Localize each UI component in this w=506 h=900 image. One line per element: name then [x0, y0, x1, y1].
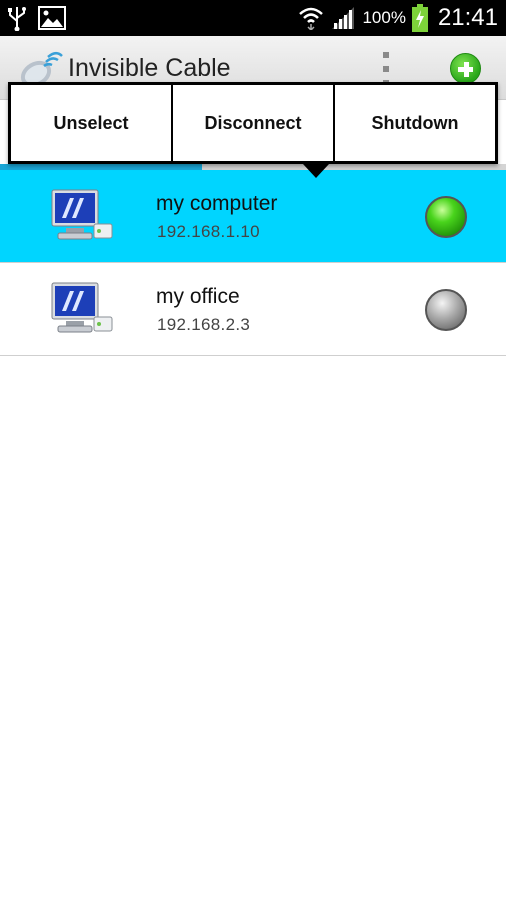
disconnect-button[interactable]: Disconnect — [173, 85, 335, 161]
computer-icon — [51, 282, 113, 333]
device-name: my computer — [156, 192, 278, 215]
unselect-button[interactable]: Unselect — [11, 85, 173, 161]
status-bar: 100% 21:41 — [0, 0, 506, 36]
disconnected-status-icon — [425, 289, 467, 331]
battery-charging-icon — [411, 4, 428, 32]
signal-icon — [332, 7, 355, 29]
overflow-menu-icon[interactable] — [381, 52, 391, 86]
device-ip: 192.168.1.10 — [157, 222, 260, 241]
list-item[interactable]: my computer 192.168.1.10 — [0, 170, 506, 263]
status-left — [6, 4, 66, 32]
wifi-icon — [299, 7, 324, 30]
list-item[interactable]: my office 192.168.2.3 — [0, 263, 506, 356]
clock: 21:41 — [437, 4, 498, 31]
connected-status-icon — [425, 196, 467, 238]
shutdown-button[interactable]: Shutdown — [335, 85, 495, 161]
device-name: my office — [156, 285, 240, 308]
usb-icon — [8, 7, 26, 31]
device-list: my computer 192.168.1.10 my office 192.1… — [0, 170, 506, 356]
popup-pointer — [303, 164, 329, 178]
device-action-popup: Unselect Disconnect Shutdown — [8, 82, 498, 164]
computer-icon — [51, 189, 113, 240]
status-right: 100% 21:41 — [298, 0, 498, 36]
device-ip: 192.168.2.3 — [157, 315, 251, 334]
app-title: Invisible Cable — [68, 54, 231, 82]
battery-percent: 100% — [362, 8, 406, 27]
image-notification-icon — [38, 6, 66, 30]
add-icon[interactable] — [450, 53, 481, 84]
